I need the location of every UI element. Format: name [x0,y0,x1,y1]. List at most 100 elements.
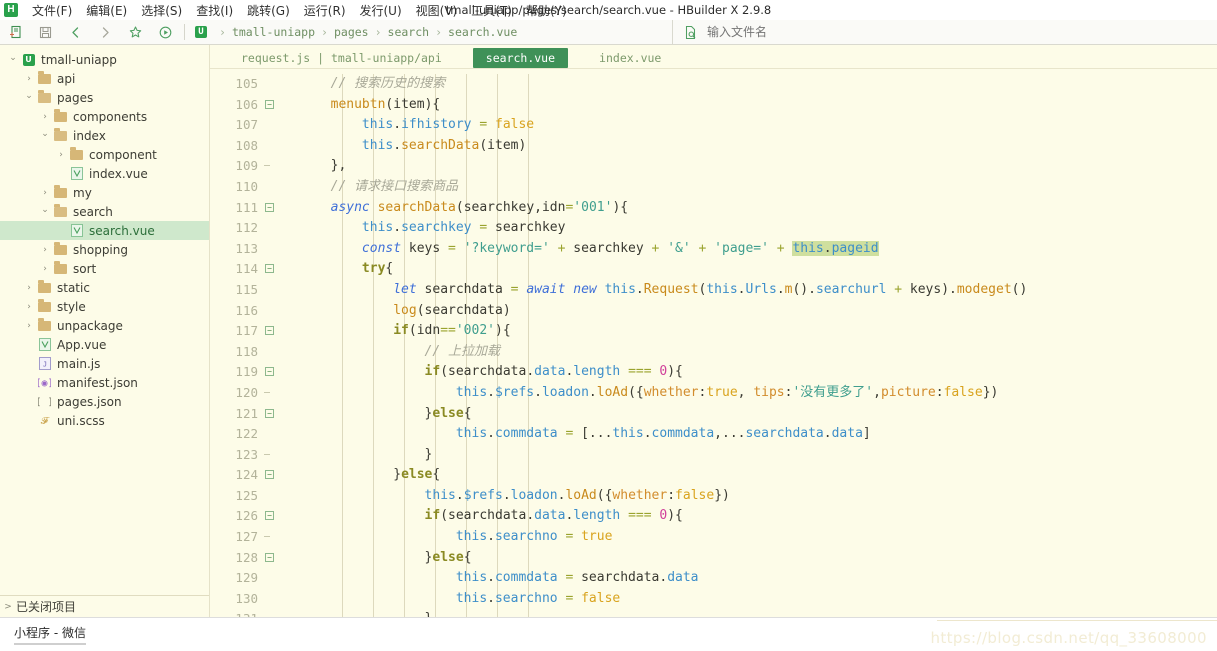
code-line[interactable]: this.$refs.loadon.loAd({whether:true, ti… [262,383,1217,404]
chevron-down-icon[interactable]: ⌄ [6,53,20,63]
code-line[interactable]: const keys = '?keyword=' + searchkey + '… [262,239,1217,260]
code-line[interactable]: try{ [262,259,1217,280]
line-number-value: 108 [235,137,258,153]
breadcrumb-item-2[interactable]: search [388,25,430,39]
chevron-right-icon[interactable]: › [38,112,52,122]
tree-item-pages-json[interactable]: [ ] pages.json [0,392,209,411]
closed-projects-row[interactable]: > 已关闭项目 [0,595,209,617]
code-area[interactable]: 105 106−107 108 109 110 111−112 113 114−115 116 1… [210,69,1217,617]
tree-item-uni-scss[interactable]: 𝓕uni.scss [0,411,209,430]
code-line[interactable]: log(searchdata) [262,301,1217,322]
breadcrumb-item-0[interactable]: tmall-uniapp [232,25,315,39]
tab-index-vue[interactable]: index.vue [586,48,674,68]
tree-item-components[interactable]: › components [0,107,209,126]
tree-item-style[interactable]: › style [0,297,209,316]
code-line[interactable]: } [262,609,1217,617]
save-icon[interactable] [30,21,60,44]
chevron-right-icon[interactable]: › [38,245,52,255]
code-line[interactable]: }else{ [262,404,1217,425]
tree-item-search[interactable]: ⌄ search [0,202,209,221]
bookmark-star-icon[interactable] [120,21,150,44]
tree-item-manifest-json[interactable]: [◉] manifest.json [0,373,209,392]
tab-search-vue[interactable]: search.vue [472,48,569,68]
tree-item-index-vue[interactable]: index.vue [0,164,209,183]
tree-item-tmall-uniapp[interactable]: ⌄ Utmall-uniapp [0,50,209,69]
console-tab-miniprogram[interactable]: 小程序 - 微信 [14,624,86,645]
file-search-input[interactable] [705,24,905,40]
breadcrumb-item-1[interactable]: pages [334,25,369,39]
line-number: 118 [210,342,262,363]
code-line[interactable]: if(searchdata.data.length === 0){ [262,506,1217,527]
code-line[interactable]: this.ifhistory = false [262,115,1217,136]
code-line[interactable]: }else{ [262,465,1217,486]
tree-item-pages[interactable]: ⌄ pages [0,88,209,107]
chevron-right-icon[interactable]: › [22,283,36,293]
chevron-right-icon[interactable]: › [22,302,36,312]
code-line[interactable]: // 上拉加载 [262,342,1217,363]
code-line[interactable]: // 搜索历史的搜索 [262,74,1217,95]
tree-item-index[interactable]: ⌄ index [0,126,209,145]
tree-item-main-js[interactable]: Jmain.js [0,354,209,373]
code-line[interactable]: let searchdata = await new this.Request(… [262,280,1217,301]
menu-find[interactable]: 查找(I) [189,0,240,21]
back-icon[interactable] [60,21,90,44]
hbuilderx-window: H 文件(F) 编辑(E) 选择(S) 查找(I) 跳转(G) 运行(R) 发行(U) 视图(… [0,0,1217,651]
tab-request-js[interactable]: request.js | tmall-uniapp/api [228,48,455,68]
tree-item-my[interactable]: › my [0,183,209,202]
chevron-down-icon[interactable]: ⌄ [38,205,52,215]
chevron-down-icon[interactable]: ⌄ [22,91,36,101]
chevron-right-icon[interactable]: › [22,321,36,331]
code-line[interactable]: menubtn(item){ [262,95,1217,116]
menu-view[interactable]: 视图(V) [409,0,465,21]
line-number-value: 106 [235,96,258,112]
code-line[interactable]: this.searchno = false [262,589,1217,610]
line-number-value: 117 [235,323,258,339]
menu-bar: 文件(F) 编辑(E) 选择(S) 查找(I) 跳转(G) 运行(R) 发行(U) 视图(V)… [25,0,574,21]
code-line[interactable]: this.searchkey = searchkey [262,218,1217,239]
code-line[interactable]: this.searchData(item) [262,136,1217,157]
tree-item-shopping[interactable]: › shopping [0,240,209,259]
project-logo-icon: U [20,53,37,66]
code-line[interactable]: if(searchdata.data.length === 0){ [262,362,1217,383]
run-icon[interactable] [150,21,180,44]
tree-item-component[interactable]: › component [0,145,209,164]
menu-publish[interactable]: 发行(U) [353,0,409,21]
menu-run[interactable]: 运行(R) [297,0,353,21]
code-line[interactable]: } [262,445,1217,466]
new-file-icon[interactable] [0,21,30,44]
chevron-right-icon[interactable]: › [38,188,52,198]
tree-item-unpackage[interactable]: › unpackage [0,316,209,335]
menu-goto[interactable]: 跳转(G) [240,0,297,21]
tree-item-api[interactable]: › api [0,69,209,88]
menu-select[interactable]: 选择(S) [134,0,189,21]
code-line[interactable]: this.commdata = searchdata.data [262,568,1217,589]
chevron-right-icon[interactable]: › [38,264,52,274]
breadcrumb-item-3[interactable]: search.vue [448,25,517,39]
code-line[interactable]: this.$refs.loadon.loAd({whether:false}) [262,486,1217,507]
code-content[interactable]: // 搜索历史的搜索 menubtn(item){ this.ifhistory… [262,69,1217,617]
chevron-right-icon[interactable]: › [22,74,36,84]
code-line[interactable]: }, [262,156,1217,177]
tree-item-static[interactable]: › static [0,278,209,297]
code-line[interactable]: }else{ [262,548,1217,569]
folder-icon [36,279,53,293]
selected-text[interactable]: this.pageid [792,240,879,256]
tree-item-sort[interactable]: › sort [0,259,209,278]
svg-text:[◉]: [◉] [38,378,51,389]
menu-tools[interactable]: 工具(T) [464,0,519,21]
code-line[interactable]: // 请求接口搜索商品 [262,177,1217,198]
code-line[interactable]: if(idn=='002'){ [262,321,1217,342]
forward-icon[interactable] [90,21,120,44]
code-line[interactable]: this.searchno = true [262,527,1217,548]
menu-help[interactable]: 帮助(Y) [519,0,574,21]
tree-item-label: component [89,147,157,162]
code-line[interactable]: this.commdata = [...this.commdata,...sea… [262,424,1217,445]
menu-file[interactable]: 文件(F) [25,0,79,21]
line-number: 119− [210,362,274,383]
code-line[interactable]: async searchData(searchkey,idn='001'){ [262,198,1217,219]
menu-edit[interactable]: 编辑(E) [79,0,134,21]
tree-item-App-vue[interactable]: App.vue [0,335,209,354]
chevron-down-icon[interactable]: ⌄ [38,129,52,139]
tree-item-search-vue[interactable]: search.vue [0,221,209,240]
chevron-right-icon[interactable]: › [54,150,68,160]
